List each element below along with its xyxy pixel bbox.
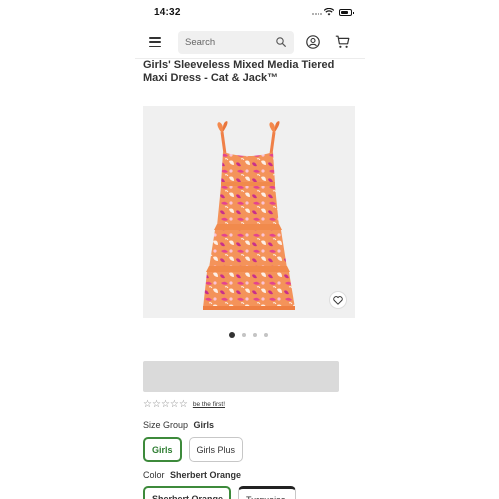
rating-row: ☆ ☆ ☆ ☆ ☆ be the first!: [143, 398, 225, 411]
carousel-dot[interactable]: [229, 332, 235, 338]
account-icon[interactable]: [306, 35, 320, 49]
search-bar[interactable]: [178, 31, 294, 54]
color-selected: Sherbert Orange: [170, 470, 242, 480]
size-group-label: Size Group Girls: [143, 420, 214, 430]
size-group-options: Girls Girls Plus: [143, 437, 244, 462]
product-image[interactable]: [143, 106, 355, 318]
size-option-girls[interactable]: Girls: [143, 437, 182, 462]
size-group-selected: Girls: [193, 420, 215, 430]
color-title: Color: [143, 470, 165, 480]
star-rating[interactable]: ☆ ☆ ☆ ☆ ☆: [143, 398, 188, 410]
menu-icon[interactable]: [149, 37, 161, 48]
star-icon: ☆: [151, 398, 161, 410]
status-bar: 14:32: [135, 0, 365, 26]
search-icon[interactable]: [276, 37, 286, 47]
color-option-sherbert-orange[interactable]: Sherbert Orange: [143, 486, 231, 499]
color-options: Sherbert Orange Turquoise: [143, 486, 296, 499]
star-icon: ☆: [169, 398, 179, 410]
star-icon: ☆: [160, 398, 170, 410]
dress-image: [203, 121, 295, 310]
search-input[interactable]: [185, 35, 270, 50]
signal-icon: [312, 11, 322, 15]
price-placeholder: [143, 361, 339, 392]
cart-icon[interactable]: [335, 35, 350, 49]
status-time: 14:32: [154, 7, 181, 18]
star-icon: ☆: [178, 398, 188, 410]
wifi-icon: [324, 8, 334, 16]
color-option-turquoise[interactable]: Turquoise: [238, 486, 296, 499]
color-label: Color Sherbert Orange: [143, 470, 241, 480]
carousel-dot[interactable]: [264, 333, 268, 337]
carousel-dot[interactable]: [242, 333, 246, 337]
heart-icon: [333, 295, 343, 305]
size-option-girls-plus[interactable]: Girls Plus: [188, 437, 244, 462]
carousel-dots: [229, 332, 268, 338]
star-icon: ☆: [143, 398, 152, 410]
carousel-dot[interactable]: [253, 333, 257, 337]
product-title: Girls' Sleeveless Mixed Media Tiered Max…: [143, 59, 335, 84]
size-group-title: Size Group: [143, 420, 189, 430]
site-header: [135, 26, 365, 59]
mobile-screen: 14:32 Girls': [135, 0, 365, 499]
battery-icon: [339, 9, 354, 16]
favorite-button[interactable]: [329, 291, 347, 309]
review-link[interactable]: be the first!: [193, 401, 225, 408]
